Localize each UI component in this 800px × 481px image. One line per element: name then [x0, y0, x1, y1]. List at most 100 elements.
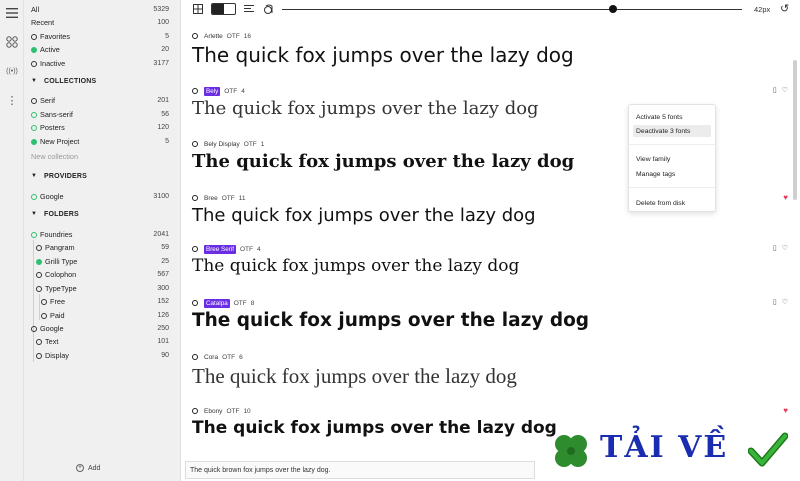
font-row-actions: ▯ ♡: [773, 298, 788, 306]
menu-item-view-family[interactable]: View family: [633, 153, 711, 165]
font-name: Arlette: [204, 32, 223, 40]
new-collection-button[interactable]: New collection: [24, 150, 181, 163]
bookmark-icon[interactable]: ▯: [773, 86, 777, 94]
folder-display[interactable]: Display 90: [24, 349, 181, 362]
add-button[interactable]: + Add: [76, 464, 100, 472]
folder-pangram[interactable]: Pangram 59: [24, 241, 181, 254]
sidebar-item-new-project[interactable]: New Project 5: [24, 135, 181, 148]
preview-text-input[interactable]: The quick brown fox jumps over the lazy …: [185, 461, 535, 479]
font-format: OTF: [224, 87, 238, 95]
sidebar-item-google-provider[interactable]: Google 3100: [24, 190, 181, 203]
more-vertical-icon[interactable]: ⋮: [5, 93, 19, 107]
menu-icon[interactable]: [5, 6, 19, 20]
sidebar-item-label: Posters: [40, 123, 65, 132]
menu-item-activate[interactable]: Activate 5 fonts: [633, 111, 711, 123]
inactive-status-icon[interactable]: [192, 354, 198, 360]
font-row-cora[interactable]: Cora OTF 6 The quick fox jumps over the …: [182, 342, 792, 396]
font-size-slider-track[interactable]: [282, 9, 742, 10]
inactive-status-icon: [36, 271, 42, 278]
folder-label: Google: [40, 324, 64, 333]
menu-divider: [629, 144, 715, 145]
broadcast-icon[interactable]: ((•)): [5, 64, 19, 78]
sidebar-item-favorites[interactable]: Favorites 5: [24, 30, 181, 43]
align-left-icon[interactable]: [243, 3, 255, 15]
glyph-style-icon[interactable]: [262, 3, 274, 15]
font-meta: Bree OTF 11: [192, 193, 245, 203]
sidebar-item-inactive[interactable]: Inactive 3177: [24, 57, 181, 70]
add-label: Add: [88, 464, 101, 472]
inactive-status-icon[interactable]: [192, 408, 198, 414]
watermark-text: TẢI VỀ: [600, 430, 729, 465]
font-size-slider-handle[interactable]: [609, 5, 618, 13]
font-name: Bely Display: [204, 140, 240, 148]
heart-filled-icon[interactable]: ♥: [783, 193, 788, 202]
inactive-status-icon: [41, 298, 47, 305]
sidebar-item-active[interactable]: Active 20: [24, 43, 181, 56]
font-row-actions: ▯ ♡: [773, 244, 788, 252]
font-name-tag: Bree Serif: [204, 244, 236, 254]
folder-google[interactable]: Google 250: [24, 322, 181, 335]
folder-count: 25: [161, 258, 169, 265]
inactive-status-icon[interactable]: [192, 141, 198, 147]
inactive-status-icon[interactable]: [192, 300, 198, 306]
sidebar-item-label: Favorites: [40, 32, 71, 41]
sidebar-item-label: Recent: [31, 18, 55, 27]
sidebar-item-all[interactable]: All 5329: [24, 3, 181, 16]
menu-item-manage-tags[interactable]: Manage tags: [633, 168, 711, 180]
heart-outline-icon[interactable]: ♡: [782, 86, 788, 94]
folder-free[interactable]: Free 152: [24, 295, 181, 308]
theme-toggle[interactable]: [211, 3, 236, 15]
sidebar-item-recent[interactable]: Recent 100: [24, 16, 181, 29]
sidebar-item-posters[interactable]: Posters 120: [24, 121, 181, 134]
font-sample: The quick fox jumps over the lazy dog: [192, 98, 539, 119]
folder-colophon[interactable]: Colophon 567: [24, 268, 181, 281]
sidebar-item-count: 3177: [153, 60, 169, 67]
font-name-tag: Catalpa: [204, 298, 230, 308]
inactive-status-icon: [41, 312, 47, 319]
font-sample: The quick fox jumps over the lazy dog: [192, 151, 575, 172]
providers-section-header[interactable]: ▼ PROVIDERS: [24, 171, 181, 184]
reset-icon[interactable]: ↺: [780, 2, 789, 15]
font-count: 6: [239, 353, 243, 361]
menu-item-delete-from-disk[interactable]: Delete from disk: [633, 197, 711, 209]
font-row-catalpa[interactable]: Catalpa OTF 8 The quick fox jumps over t…: [182, 288, 792, 342]
folder-grilli-type[interactable]: Grilli Type 25: [24, 255, 181, 268]
grid-apps-icon[interactable]: [5, 35, 19, 49]
inactive-status-icon[interactable]: [192, 88, 198, 94]
theme-toggle-dark-half: [212, 4, 224, 14]
inactive-status-icon[interactable]: [192, 246, 198, 252]
sidebar-item-serif[interactable]: Serif 201: [24, 94, 181, 107]
menu-item-deactivate[interactable]: Deactivate 3 fonts: [633, 125, 711, 137]
chevron-down-icon: ▼: [31, 78, 38, 84]
sidebar-item-count: 5: [165, 33, 169, 40]
folder-label: Paid: [50, 311, 65, 320]
folder-label: Colophon: [45, 270, 77, 279]
bookmark-icon[interactable]: ▯: [773, 298, 777, 306]
heart-outline-icon[interactable]: ♡: [782, 298, 788, 306]
heart-outline-icon[interactable]: ♡: [782, 244, 788, 252]
heart-filled-icon[interactable]: ♥: [783, 406, 788, 415]
font-row-arlette[interactable]: Arlette OTF 16 The quick fox jumps over …: [182, 21, 792, 75]
inactive-status-icon: [31, 97, 37, 104]
grid-view-icon[interactable]: [192, 3, 204, 15]
inactive-status-icon[interactable]: [192, 195, 198, 201]
folder-label: Free: [50, 297, 66, 306]
folder-typetype[interactable]: TypeType 300: [24, 282, 181, 295]
inactive-status-icon[interactable]: [192, 33, 198, 39]
bookmark-icon[interactable]: ▯: [773, 244, 777, 252]
inactive-status-icon: [36, 244, 42, 251]
font-format: OTF: [240, 245, 253, 253]
font-sample: The quick fox jumps over the lazy dog: [192, 256, 520, 276]
font-size-label: 42px: [754, 5, 771, 14]
folders-section-header[interactable]: ▼ FOLDERS: [24, 209, 181, 222]
sidebar-item-sans-serif[interactable]: Sans-serif 56: [24, 108, 181, 121]
folder-paid[interactable]: Paid 126: [24, 309, 181, 322]
collections-section-header[interactable]: ▼ COLLECTIONS: [24, 76, 181, 89]
watermark: TẢI VỀ: [550, 426, 795, 474]
font-row-bree-serif[interactable]: Bree Serif OTF 4 The quick fox jumps ove…: [182, 234, 792, 288]
font-count: 8: [250, 299, 255, 307]
font-sample: The quick fox jumps over the lazy dog: [192, 310, 590, 331]
scrollbar[interactable]: [793, 60, 797, 200]
folder-foundries[interactable]: Foundries 2041: [24, 228, 181, 241]
folder-text[interactable]: Text 101: [24, 335, 181, 348]
